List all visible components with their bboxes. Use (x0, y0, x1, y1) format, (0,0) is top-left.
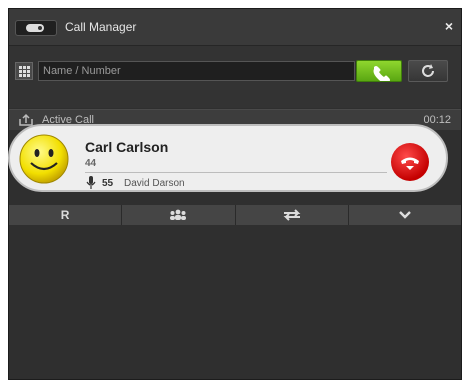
line-number: 55 (102, 178, 114, 189)
chevron-down-icon (399, 211, 411, 219)
phone-icon (373, 66, 390, 84)
line-name: David Darson (124, 178, 185, 189)
hangup-button[interactable] (391, 143, 429, 181)
close-button[interactable]: × (445, 18, 453, 34)
redial-button[interactable]: R (9, 205, 123, 225)
smiley-avatar-icon (19, 134, 69, 184)
call-button[interactable] (356, 60, 402, 84)
caller-name: Carl Carlson (85, 139, 169, 155)
search-input[interactable] (38, 61, 355, 81)
caller-number: 44 (85, 158, 97, 169)
dialpad-icon[interactable] (15, 62, 33, 80)
window-title: Call Manager (65, 20, 137, 34)
toggle-switch[interactable] (15, 20, 57, 36)
call-timer: 00:12 (423, 114, 451, 126)
microphone-icon (86, 176, 96, 189)
title-bar: Call Manager × (9, 9, 461, 46)
group-icon (170, 209, 187, 220)
refresh-button[interactable] (408, 60, 448, 82)
conference-button[interactable] (122, 205, 236, 225)
transfer-button[interactable] (235, 205, 349, 225)
search-row (9, 46, 461, 108)
transfer-icon (283, 209, 301, 221)
refresh-icon (422, 64, 434, 77)
call-actions-bar: R (9, 205, 461, 225)
call-manager-window: Call Manager × Active Call 00:12 R (8, 8, 462, 380)
active-call-card (8, 124, 448, 192)
card-divider (85, 172, 387, 173)
hangup-phone-icon (401, 157, 419, 170)
more-button[interactable] (348, 205, 461, 225)
